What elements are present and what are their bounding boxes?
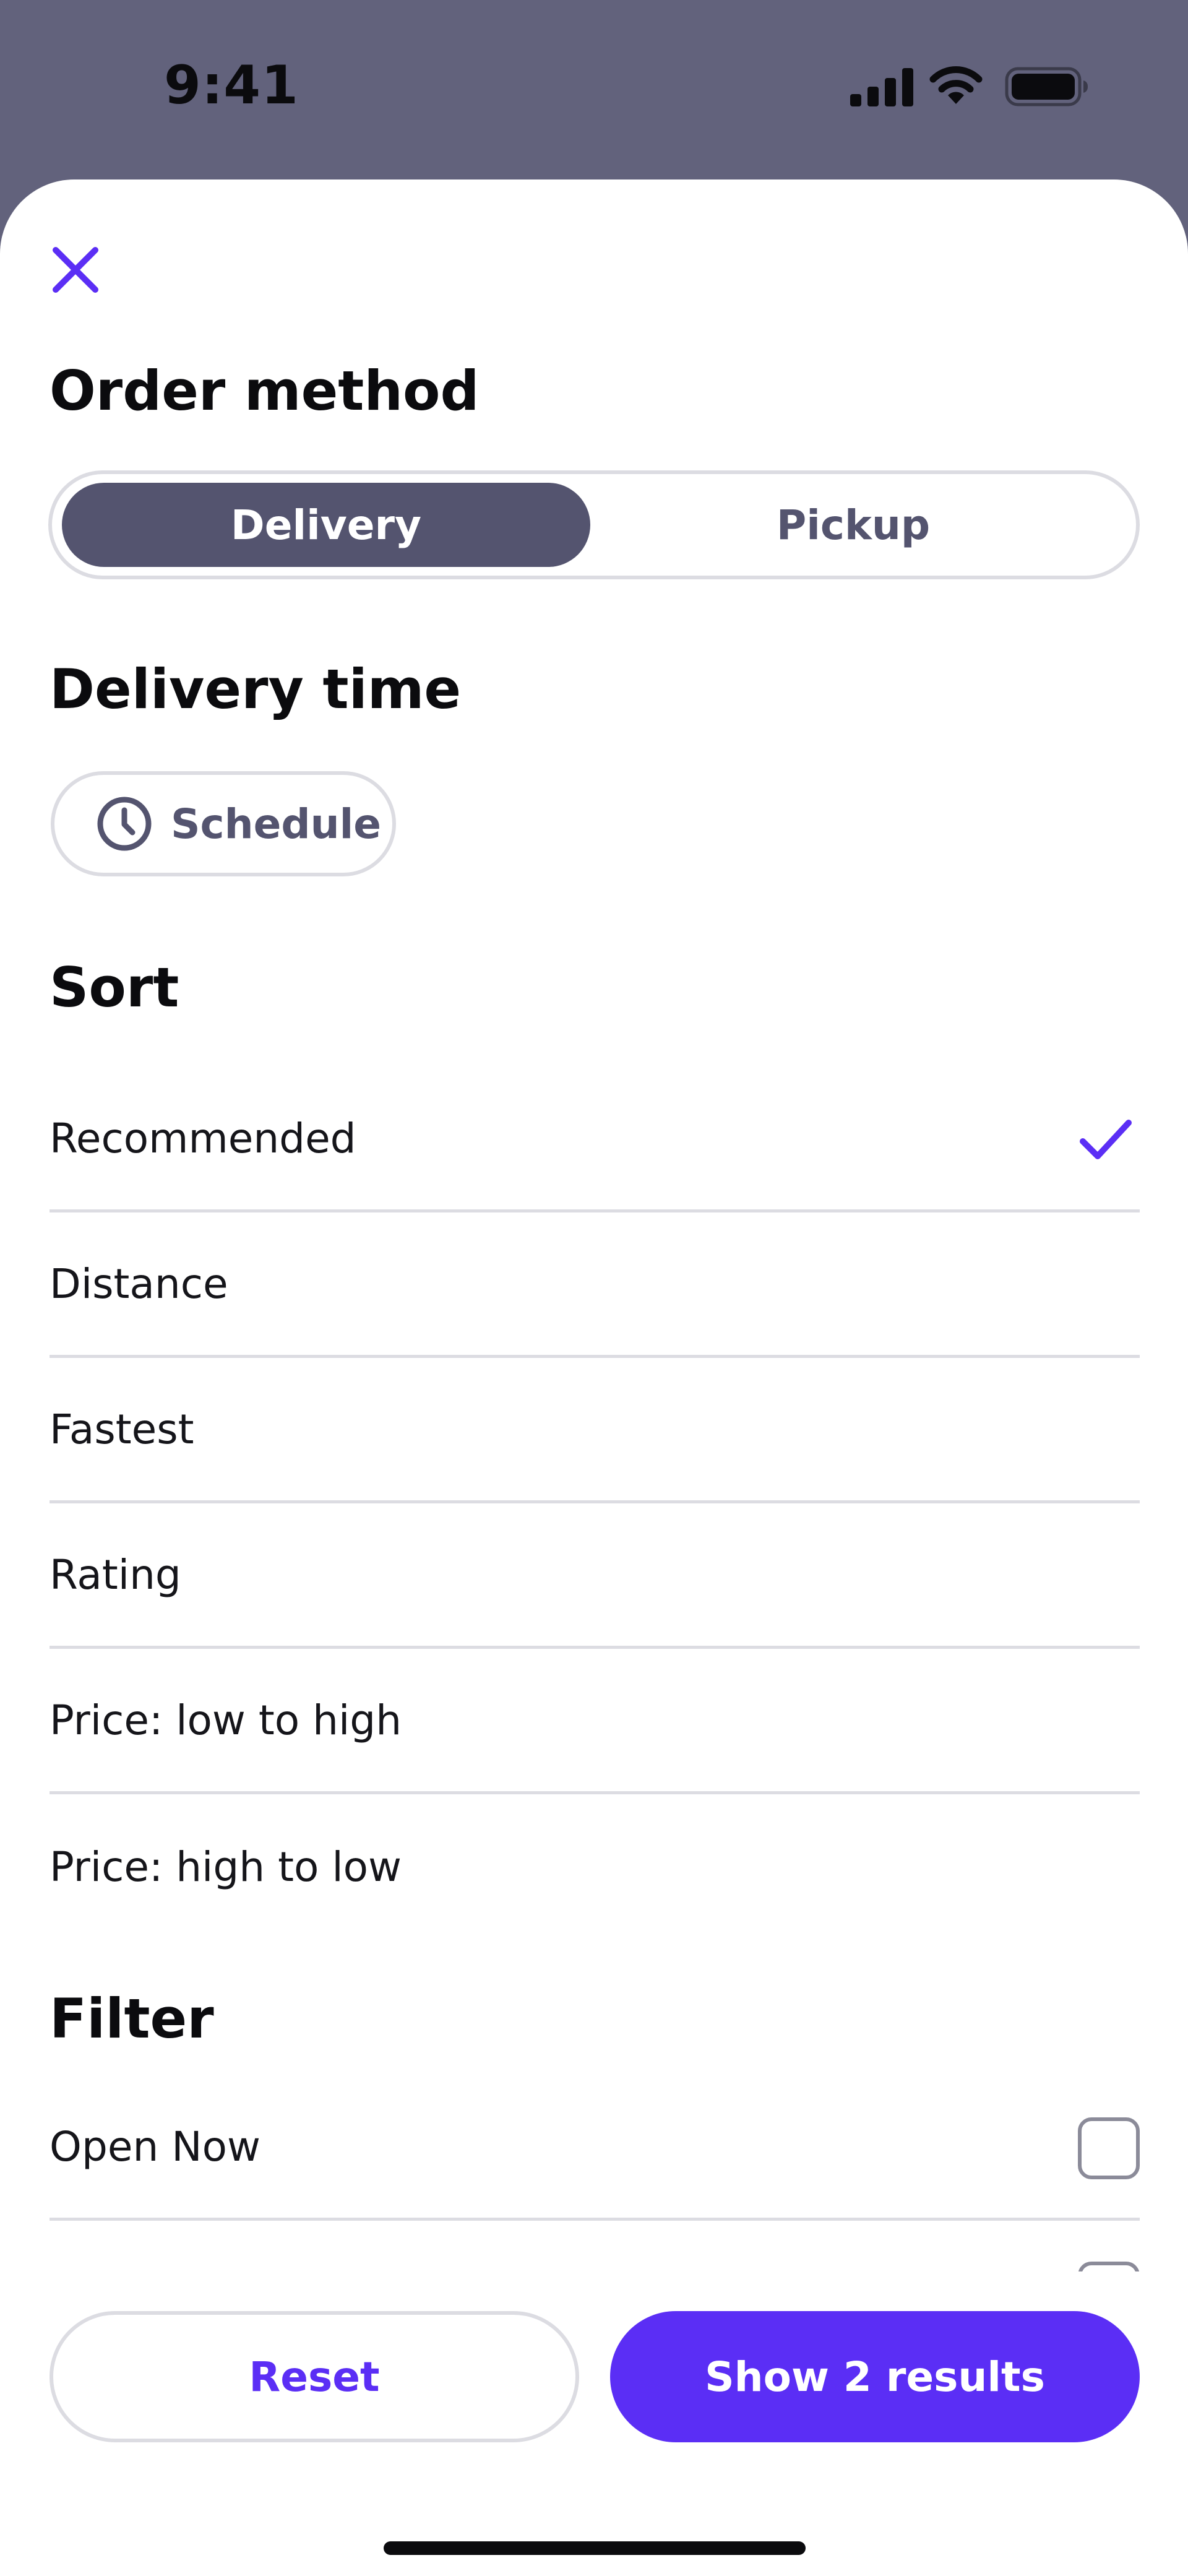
sort-option-distance[interactable]: Distance (50, 1212, 1140, 1358)
order-method-toggle: Delivery Pickup (48, 470, 1140, 579)
footer-actions: Reset Show 2 results (0, 2271, 1188, 2576)
sort-option-label: Recommended (50, 1114, 356, 1162)
signal-icon (850, 68, 913, 106)
status-bar: 9:41 (0, 0, 1188, 179)
open-now-checkbox[interactable] (1078, 2117, 1140, 2179)
delivery-time-title: Delivery time (50, 657, 462, 721)
sort-option-fastest[interactable]: Fastest (50, 1358, 1140, 1503)
checkmark-icon (1080, 1120, 1132, 1159)
segment-pickup[interactable]: Pickup (589, 483, 1117, 567)
sort-option-recommended[interactable]: Recommended (50, 1067, 1140, 1212)
battery-icon (1005, 67, 1088, 106)
schedule-button[interactable]: Schedule (51, 771, 396, 876)
sort-option-label: Distance (50, 1260, 228, 1308)
filter-title: Filter (50, 1987, 214, 2051)
status-time: 9:41 (164, 54, 299, 116)
clock-icon (97, 797, 152, 851)
schedule-label: Schedule (171, 800, 382, 848)
filter-option-label: Open Now (50, 2122, 260, 2171)
sort-option-label: Rating (50, 1550, 181, 1599)
close-icon[interactable] (45, 239, 106, 301)
sort-option-label: Price: high to low (50, 1843, 402, 1891)
sort-title: Sort (50, 956, 179, 1019)
sort-option-price-low-high[interactable]: Price: low to high (50, 1649, 1140, 1794)
sort-option-label: Price: low to high (50, 1696, 402, 1744)
show-results-button[interactable]: Show 2 results (610, 2311, 1140, 2442)
wifi-icon (929, 66, 983, 104)
sort-option-price-high-low[interactable]: Price: high to low (50, 1794, 1140, 1940)
reset-button[interactable]: Reset (50, 2311, 579, 2442)
filter-sort-screen: 9:41 Order method Delivery Pickup Delive… (0, 0, 1188, 2576)
home-indicator (384, 2541, 806, 2555)
filter-option-open-now[interactable]: Open Now (50, 2075, 1140, 2221)
sort-option-rating[interactable]: Rating (50, 1503, 1140, 1649)
segment-delivery[interactable]: Delivery (62, 483, 590, 567)
order-method-title: Order method (50, 359, 480, 423)
sort-option-label: Fastest (50, 1405, 194, 1453)
filter-options: Open Now (50, 2075, 1140, 2221)
sort-options: Recommended Distance Fastest Rating Pric… (50, 1067, 1140, 1940)
